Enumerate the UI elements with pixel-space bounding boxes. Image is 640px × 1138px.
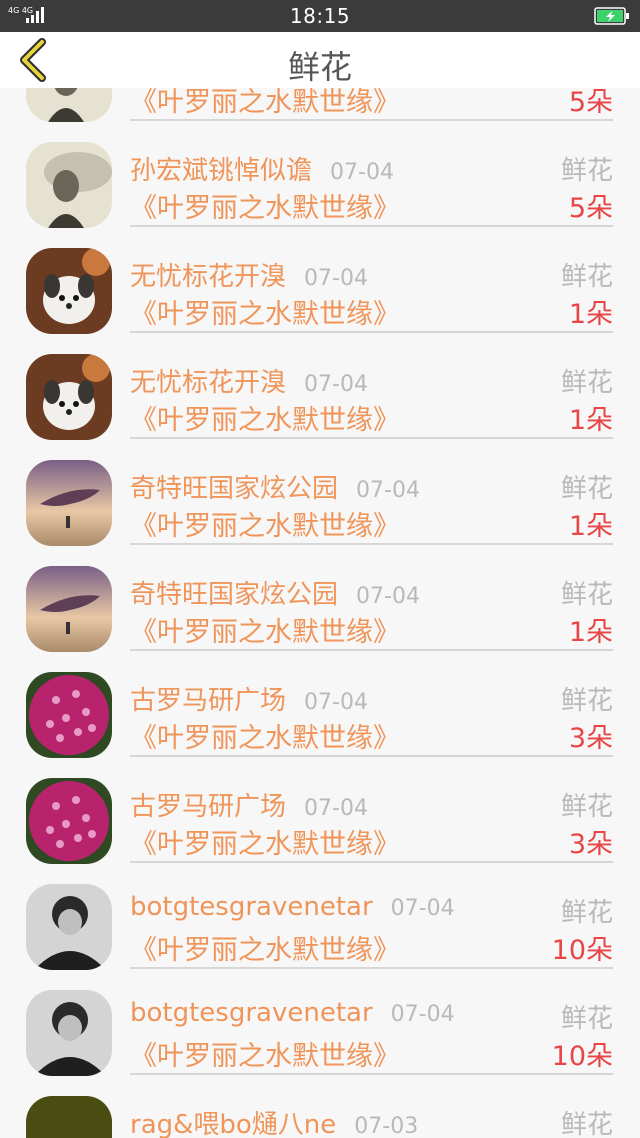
gift-type: 鲜花: [560, 262, 613, 292]
list-item[interactable]: 古罗马研广场 07-04 鲜花《叶罗丽之水默世缘》 3朵: [0, 654, 640, 760]
user-name[interactable]: 奇特旺国家炫公园 07-04: [130, 574, 420, 611]
avatar[interactable]: [26, 1096, 112, 1138]
list-item-content: 孙宏斌铫悼似谵07-04鲜花《叶罗丽之水默世缘》5朵: [130, 88, 613, 121]
gift-date: 07-04: [390, 1002, 455, 1027]
user-name[interactable]: 古罗马研广场 07-04: [130, 680, 368, 717]
gift-date: 07-04: [330, 160, 394, 185]
gift-date: 07-04: [304, 266, 368, 291]
list-item[interactable]: 奇特旺国家炫公园 07-04 鲜花《叶罗丽之水默世缘》 1朵: [0, 442, 640, 548]
list-item-content: 无忧标花开溴 07-04 鲜花《叶罗丽之水默世缘》 1朵: [130, 336, 613, 439]
gift-date: 07-04: [356, 478, 420, 503]
gift-count: 3朵: [568, 829, 613, 860]
list-item[interactable]: 无忧标花开溴 07-04 鲜花《叶罗丽之水默世缘》 1朵: [0, 336, 640, 442]
avatar[interactable]: [26, 884, 112, 970]
clock: 18:15: [289, 4, 351, 28]
user-name-text: 无忧标花开溴: [130, 262, 287, 292]
user-name[interactable]: 古罗马研广场 07-04: [130, 786, 368, 823]
avatar[interactable]: [26, 990, 112, 1076]
gift-count: 3朵: [568, 723, 613, 754]
list-item[interactable]: 孙宏斌铫悼似谵 07-04 鲜花《叶罗丽之水默世缘》 5朵: [0, 124, 640, 230]
user-name-text: rag&喂bo熥八ne: [130, 1110, 337, 1138]
gift-date: 07-04: [304, 690, 368, 715]
status-bar: 4G 4G 18:15: [0, 0, 640, 32]
gift-type: 鲜花: [560, 368, 613, 398]
avatar[interactable]: [26, 354, 112, 440]
book-title[interactable]: 《叶罗丽之水默世缘》: [130, 610, 400, 649]
gift-date: 07-04: [304, 372, 368, 397]
gift-date: 07-04: [390, 896, 455, 921]
gift-count: 1朵: [568, 617, 613, 648]
list-item-content: 孙宏斌铫悼似谵 07-04 鲜花《叶罗丽之水默世缘》 5朵: [130, 124, 613, 227]
user-name-text: 奇特旺国家炫公园: [130, 580, 339, 610]
list-item[interactable]: 无忧标花开溴 07-04 鲜花《叶罗丽之水默世缘》 1朵: [0, 230, 640, 336]
avatar[interactable]: [26, 142, 112, 228]
gift-date: 07-03: [354, 1114, 419, 1138]
avatar[interactable]: [26, 672, 112, 758]
gift-count: 5朵: [568, 88, 613, 118]
user-name[interactable]: 无忧标花开溴 07-04: [130, 362, 368, 399]
list-item[interactable]: 孙宏斌铫悼似谵07-04鲜花《叶罗丽之水默世缘》5朵: [0, 88, 640, 124]
list-item[interactable]: 奇特旺国家炫公园 07-04 鲜花《叶罗丽之水默世缘》 1朵: [0, 548, 640, 654]
gift-date: 07-04: [304, 796, 368, 821]
book-title[interactable]: 《叶罗丽之水默世缘》: [130, 716, 400, 755]
list-item-content: botgtesgravenetar 07-04 鲜花《叶罗丽之水默世缘》 10朵: [130, 866, 613, 969]
book-title[interactable]: 《叶罗丽之水默世缘》: [130, 504, 400, 543]
page-title: 鲜花: [287, 48, 352, 86]
gift-type: 鲜花: [560, 686, 613, 716]
avatar[interactable]: [26, 248, 112, 334]
book-title[interactable]: 《叶罗丽之水默世缘》: [130, 292, 400, 331]
avatar[interactable]: [26, 778, 112, 864]
gift-type: 鲜花: [560, 156, 613, 186]
list-item-content: rag&喂bo熥八ne 07-03 鲜花: [130, 1078, 613, 1138]
user-name[interactable]: rag&喂bo熥八ne 07-03: [130, 1104, 418, 1138]
list-item[interactable]: rag&喂bo熥八ne 07-03 鲜花: [0, 1078, 640, 1138]
book-title[interactable]: 《叶罗丽之水默世缘》: [130, 1034, 400, 1073]
list-item-content: 无忧标花开溴 07-04 鲜花《叶罗丽之水默世缘》 1朵: [130, 230, 613, 333]
nav-bar: 鲜花: [0, 32, 640, 88]
user-name-text: 古罗马研广场: [130, 792, 287, 822]
user-name-text: 孙宏斌铫悼似谵: [130, 156, 313, 186]
avatar[interactable]: [26, 566, 112, 652]
list-item-content: 古罗马研广场 07-04 鲜花《叶罗丽之水默世缘》 3朵: [130, 654, 613, 757]
gift-date: 07-04: [356, 584, 420, 609]
user-name-text: 无忧标花开溴: [130, 368, 287, 398]
avatar[interactable]: [26, 460, 112, 546]
gift-type: 鲜花: [560, 1110, 613, 1138]
user-name[interactable]: 无忧标花开溴 07-04: [130, 256, 368, 293]
gift-type: 鲜花: [560, 898, 613, 928]
book-title[interactable]: 《叶罗丽之水默世缘》: [130, 928, 400, 967]
gift-type: 鲜花: [560, 792, 613, 822]
list-item-content: 奇特旺国家炫公园 07-04 鲜花《叶罗丽之水默世缘》 1朵: [130, 548, 613, 651]
list-item[interactable]: botgtesgravenetar 07-04 鲜花《叶罗丽之水默世缘》 10朵: [0, 972, 640, 1078]
list-item[interactable]: 古罗马研广场 07-04 鲜花《叶罗丽之水默世缘》 3朵: [0, 760, 640, 866]
list-item[interactable]: botgtesgravenetar 07-04 鲜花《叶罗丽之水默世缘》 10朵: [0, 866, 640, 972]
user-name-text: botgtesgravenetar: [130, 998, 373, 1028]
avatar[interactable]: [26, 88, 112, 122]
list-item-content: 古罗马研广场 07-04 鲜花《叶罗丽之水默世缘》 3朵: [130, 760, 613, 863]
book-title[interactable]: 《叶罗丽之水默世缘》: [130, 822, 400, 861]
user-name-text: 奇特旺国家炫公园: [130, 474, 339, 504]
gift-type: 鲜花: [560, 474, 613, 504]
gift-type: 鲜花: [560, 1004, 613, 1034]
book-title[interactable]: 《叶罗丽之水默世缘》: [130, 186, 400, 225]
gift-count: 1朵: [568, 405, 613, 436]
battery-charging-icon: [594, 7, 629, 25]
list-item-content: botgtesgravenetar 07-04 鲜花《叶罗丽之水默世缘》 10朵: [130, 972, 613, 1075]
list-item-content: 奇特旺国家炫公园 07-04 鲜花《叶罗丽之水默世缘》 1朵: [130, 442, 613, 545]
gift-count: 1朵: [568, 511, 613, 542]
gift-count: 5朵: [568, 193, 613, 224]
gift-type: 鲜花: [560, 580, 613, 610]
user-name[interactable]: botgtesgravenetar 07-04: [130, 892, 455, 922]
gift-count: 1朵: [568, 299, 613, 330]
gift-record-list[interactable]: 孙宏斌铫悼似谵07-04鲜花《叶罗丽之水默世缘》5朵孙宏斌铫悼似谵07-04鲜花…: [0, 88, 640, 1138]
user-name-text: botgtesgravenetar: [130, 892, 373, 922]
user-name[interactable]: botgtesgravenetar 07-04: [130, 998, 455, 1028]
gift-count: 10朵: [551, 935, 613, 966]
user-name[interactable]: 奇特旺国家炫公园 07-04: [130, 468, 420, 505]
book-title[interactable]: 《叶罗丽之水默世缘》: [130, 88, 400, 119]
user-name-text: 古罗马研广场: [130, 686, 287, 716]
user-name[interactable]: 孙宏斌铫悼似谵 07-04: [130, 150, 394, 187]
gift-count: 10朵: [551, 1041, 613, 1072]
book-title[interactable]: 《叶罗丽之水默世缘》: [130, 398, 400, 437]
